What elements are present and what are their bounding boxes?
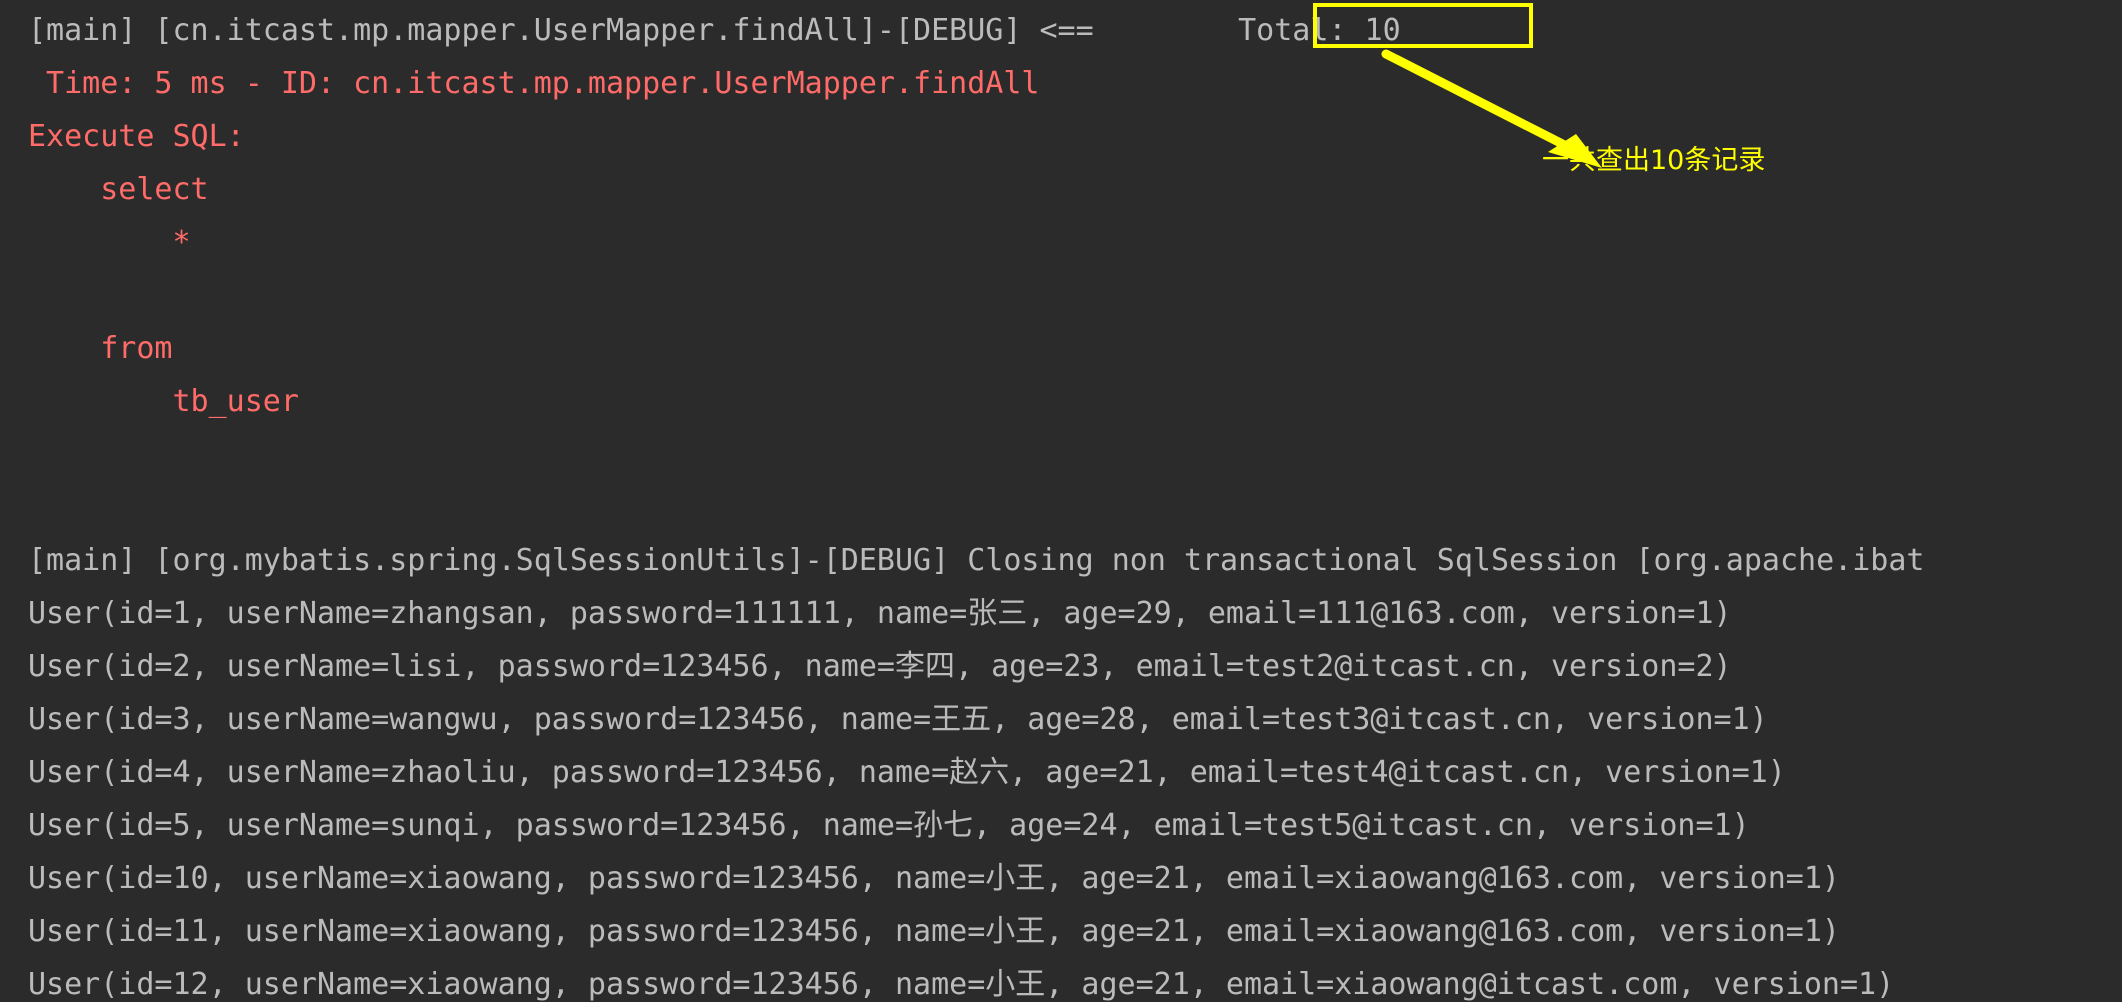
log-line: Execute SQL: (28, 119, 245, 154)
log-line: tb_user (28, 384, 299, 419)
log-lines-container: [main] [cn.itcast.mp.mapper.UserMapper.f… (0, 0, 2122, 1002)
table-row: User(id=2, userName=lisi, password=12345… (28, 649, 1732, 684)
table-row: User(id=5, userName=sunqi, password=1234… (28, 808, 1750, 843)
log-line: select (28, 172, 209, 207)
table-row: User(id=12, userName=xiaowang, password=… (28, 967, 1895, 1002)
log-line: Time: 5 ms - ID: cn.itcast.mp.mapper.Use… (28, 66, 1040, 101)
console-output-panel[interactable]: [main] [cn.itcast.mp.mapper.UserMapper.f… (0, 0, 2122, 1002)
log-line: [main] [cn.itcast.mp.mapper.UserMapper.f… (28, 13, 1401, 48)
log-line: from (28, 331, 173, 366)
table-row: User(id=1, userName=zhangsan, password=1… (28, 596, 1732, 631)
table-row: User(id=4, userName=zhaoliu, password=12… (28, 755, 1786, 790)
table-row: User(id=10, userName=xiaowang, password=… (28, 861, 1840, 896)
log-line: [main] [org.mybatis.spring.SqlSessionUti… (28, 543, 1925, 578)
log-line: * (28, 225, 191, 260)
table-row: User(id=3, userName=wangwu, password=123… (28, 702, 1768, 737)
table-row: User(id=11, userName=xiaowang, password=… (28, 914, 1840, 949)
